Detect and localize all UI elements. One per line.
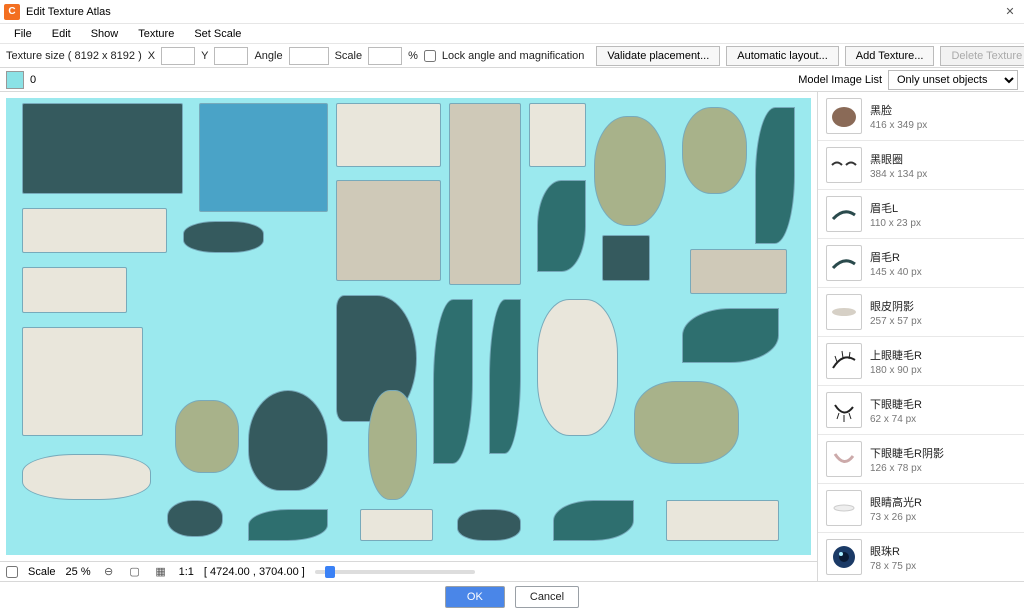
- list-item-size: 73 x 26 px: [870, 512, 922, 523]
- atlas-thumb[interactable]: [6, 71, 24, 89]
- canvas-wrap: Scale 25 % ⊖ ▢ ▦ 1:1 [ 4724.00 , 3704.00…: [0, 92, 818, 581]
- list-item[interactable]: 眉毛R 145 x 40 px: [818, 239, 1024, 288]
- close-icon[interactable]: ✕: [1000, 2, 1020, 22]
- canvas[interactable]: [0, 92, 817, 561]
- list-item[interactable]: 下眼睫毛R阴影 126 x 78 px: [818, 435, 1024, 484]
- list-item[interactable]: 眼珠R 78 x 75 px: [818, 533, 1024, 581]
- list-item-thumb: [826, 98, 862, 134]
- percent-label: %: [408, 50, 418, 62]
- list-item[interactable]: 上眼睫毛R 180 x 90 px: [818, 337, 1024, 386]
- filter-select[interactable]: Only unset objects: [888, 70, 1018, 90]
- list-item[interactable]: 黑眼圈 384 x 134 px: [818, 141, 1024, 190]
- list-item-name: 眼皮阴影: [870, 298, 922, 314]
- menu-show[interactable]: Show: [83, 26, 127, 42]
- list-item-size: 145 x 40 px: [870, 267, 922, 278]
- list-item-name: 下眼睫毛R阴影: [870, 445, 944, 461]
- grid-icon[interactable]: ▦: [153, 564, 169, 580]
- toolbar-secondary: 0 Model Image List Only unset objects: [0, 68, 1024, 92]
- list-item-name: 上眼睫毛R: [870, 347, 922, 363]
- list-item[interactable]: 眉毛L 110 x 23 px: [818, 190, 1024, 239]
- auto-layout-button[interactable]: Automatic layout...: [726, 46, 839, 66]
- coords-label: [ 4724.00 , 3704.00 ]: [204, 566, 305, 578]
- list-item-name: 眉毛R: [870, 249, 922, 265]
- list-item-size: 257 x 57 px: [870, 316, 922, 327]
- menu-texture[interactable]: Texture: [130, 26, 182, 42]
- x-input[interactable]: [161, 47, 195, 65]
- list-item-name: 眉毛L: [870, 200, 921, 216]
- scale-label: Scale: [335, 50, 363, 62]
- list-item-name: 眼珠R: [870, 543, 916, 559]
- list-item-size: 416 x 349 px: [870, 120, 927, 131]
- list-item-thumb: [826, 490, 862, 526]
- list-item-name: 黑眼圈: [870, 151, 927, 167]
- zoom-slider[interactable]: [315, 570, 475, 574]
- list-item-name: 下眼睫毛R: [870, 396, 922, 412]
- list-item[interactable]: 眼睛高光R 73 x 26 px: [818, 484, 1024, 533]
- zoom-fit-icon[interactable]: ▢: [127, 564, 143, 580]
- list-item-thumb: [826, 539, 862, 575]
- list-item-thumb: [826, 147, 862, 183]
- menu-bar: File Edit Show Texture Set Scale: [0, 24, 1024, 44]
- atlas-index: 0: [30, 74, 36, 86]
- angle-label: Angle: [254, 50, 282, 62]
- list-item-size: 384 x 134 px: [870, 169, 927, 180]
- y-label: Y: [201, 50, 208, 62]
- app-icon: C: [4, 4, 20, 20]
- scale-status-value: 25 %: [66, 566, 91, 578]
- ok-button[interactable]: OK: [445, 586, 505, 608]
- delete-texture-button: Delete Texture: [940, 46, 1024, 66]
- menu-edit[interactable]: Edit: [44, 26, 79, 42]
- list-item-size: 180 x 90 px: [870, 365, 922, 376]
- right-panel: 黑脸 416 x 349 px 黑眼圈 384 x 134 px 眉毛L 110 x 23…: [818, 92, 1024, 581]
- list-item[interactable]: 黑脸 416 x 349 px: [818, 92, 1024, 141]
- model-image-list-label: Model Image List: [798, 74, 882, 86]
- menu-file[interactable]: File: [6, 26, 40, 42]
- dialog-footer: OK Cancel: [0, 581, 1024, 611]
- texture-atlas[interactable]: [6, 98, 811, 555]
- scale-input[interactable]: [368, 47, 402, 65]
- status-bar: Scale 25 % ⊖ ▢ ▦ 1:1 [ 4724.00 , 3704.00…: [0, 561, 817, 581]
- title-bar: C Edit Texture Atlas ✕: [0, 0, 1024, 24]
- image-list[interactable]: 黑脸 416 x 349 px 黑眼圈 384 x 134 px 眉毛L 110 x 23…: [818, 92, 1024, 581]
- scale-status-label: Scale: [28, 566, 56, 578]
- lock-label: Lock angle and magnification: [442, 50, 584, 62]
- main-area: Scale 25 % ⊖ ▢ ▦ 1:1 [ 4724.00 , 3704.00…: [0, 92, 1024, 581]
- list-item-name: 眼睛高光R: [870, 494, 922, 510]
- y-input[interactable]: [214, 47, 248, 65]
- angle-input[interactable]: [289, 47, 329, 65]
- zoom-out-icon[interactable]: ⊖: [101, 564, 117, 580]
- scale-lock-checkbox[interactable]: [6, 566, 18, 578]
- list-item[interactable]: 下眼睫毛R 62 x 74 px: [818, 386, 1024, 435]
- list-item-thumb: [826, 441, 862, 477]
- cancel-button[interactable]: Cancel: [515, 586, 579, 608]
- menu-set-scale[interactable]: Set Scale: [186, 26, 249, 42]
- add-texture-button[interactable]: Add Texture...: [845, 46, 935, 66]
- ratio-label: 1:1: [179, 566, 194, 578]
- toolbar: Texture size ( 8192 x 8192 ) X Y Angle S…: [0, 44, 1024, 68]
- list-item-size: 78 x 75 px: [870, 561, 916, 572]
- list-item-thumb: [826, 392, 862, 428]
- x-label: X: [148, 50, 155, 62]
- list-item-name: 黑脸: [870, 102, 927, 118]
- list-item-size: 62 x 74 px: [870, 414, 922, 425]
- list-item-size: 110 x 23 px: [870, 218, 921, 229]
- texture-size-label: Texture size ( 8192 x 8192 ): [6, 50, 142, 62]
- list-item-thumb: [826, 343, 862, 379]
- window-title: Edit Texture Atlas: [26, 6, 111, 18]
- list-item-thumb: [826, 245, 862, 281]
- list-item-size: 126 x 78 px: [870, 463, 944, 474]
- list-item[interactable]: 眼皮阴影 257 x 57 px: [818, 288, 1024, 337]
- validate-button[interactable]: Validate placement...: [596, 46, 720, 66]
- lock-checkbox[interactable]: [424, 50, 436, 62]
- list-item-thumb: [826, 294, 862, 330]
- list-item-thumb: [826, 196, 862, 232]
